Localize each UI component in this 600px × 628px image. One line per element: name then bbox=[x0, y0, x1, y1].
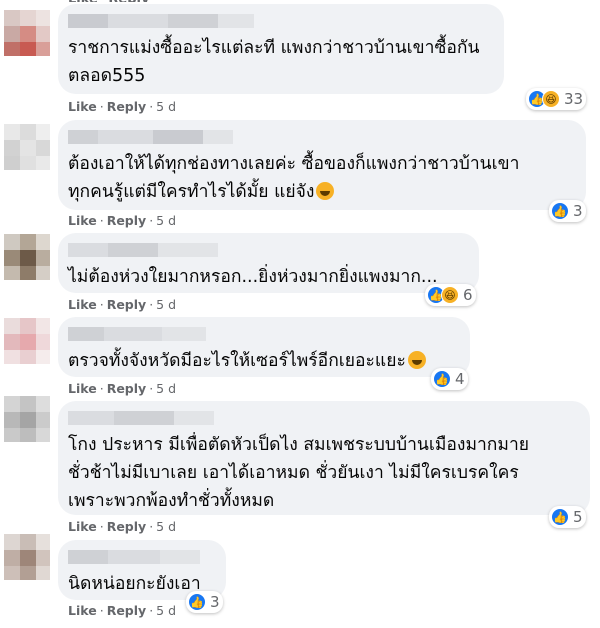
commenter-name-blurred[interactable] bbox=[68, 241, 467, 259]
reply-link[interactable]: Reply bbox=[107, 519, 146, 534]
previous-comment-actions: Like Reply bbox=[68, 0, 155, 2]
comment-actions: Like · Reply · 5 d bbox=[68, 99, 177, 114]
reaction-count: 3 bbox=[573, 202, 583, 220]
reply-link[interactable]: Reply bbox=[107, 381, 146, 396]
reaction-count: 6 bbox=[463, 286, 473, 304]
commenter-name-blurred[interactable] bbox=[68, 12, 492, 30]
reply-link[interactable]: Reply bbox=[107, 603, 146, 618]
comment-bubble: ไม่ต้องห่วงใยมากหรอก...ยิ่งห่วงมากยิ่งแพ… bbox=[58, 233, 479, 293]
reaction-count: 5 bbox=[573, 508, 583, 526]
reaction-summary[interactable]: 👍 3 bbox=[549, 200, 586, 222]
reaction-count: 3 bbox=[210, 593, 220, 611]
like-link[interactable]: Like bbox=[68, 213, 97, 228]
comment-timestamp[interactable]: 5 d bbox=[156, 213, 176, 228]
commenter-name-blurred[interactable] bbox=[68, 128, 574, 146]
reaction-summary[interactable]: 👍 5 bbox=[549, 506, 586, 528]
like-link[interactable]: Like bbox=[68, 297, 97, 312]
comment-text: ต้องเอาให้ได้ทุกช่องทางเลยค่ะ ซื้อของก็แ… bbox=[68, 154, 520, 202]
comment-timestamp[interactable]: 5 d bbox=[156, 99, 176, 114]
comment-bubble: ต้องเอาให้ได้ทุกช่องทางเลยค่ะ ซื้อของก็แ… bbox=[58, 120, 586, 210]
reply-link[interactable]: Reply bbox=[108, 0, 149, 2]
comment-timestamp[interactable]: 5 d bbox=[156, 381, 176, 396]
like-link[interactable]: Like bbox=[68, 0, 98, 2]
grin-emoji bbox=[407, 351, 426, 369]
like-icon: 👍 bbox=[433, 370, 451, 388]
comment-text: โกง ประหาร มีเพื่อตัดหัวเป็ดไง สมเพชระบบ… bbox=[68, 435, 530, 511]
comment-actions: Like · Reply · 5 d bbox=[68, 603, 177, 618]
avatar[interactable] bbox=[4, 318, 50, 364]
commenter-name-blurred[interactable] bbox=[68, 409, 578, 427]
avatar[interactable] bbox=[4, 534, 50, 580]
comment-text: ไม่ต้องห่วงใยมากหรอก...ยิ่งห่วงมากยิ่งแพ… bbox=[68, 267, 438, 287]
like-link[interactable]: Like bbox=[68, 381, 97, 396]
like-icon: 👍 bbox=[551, 202, 569, 220]
reaction-count: 4 bbox=[455, 370, 465, 388]
reaction-summary[interactable]: 👍 😆 33 bbox=[526, 88, 587, 110]
comment-actions: Like · Reply · 5 d bbox=[68, 213, 177, 228]
comment-timestamp[interactable]: 5 d bbox=[156, 603, 176, 618]
reaction-summary[interactable]: 👍 😆 6 bbox=[425, 284, 476, 306]
comment-timestamp[interactable]: 5 d bbox=[156, 297, 176, 312]
commenter-name-blurred[interactable] bbox=[68, 325, 458, 343]
reaction-count: 33 bbox=[564, 90, 584, 108]
haha-icon: 😆 bbox=[542, 90, 560, 108]
comment-bubble: ราชการแม่งซื้ออะไรแต่ละที แพงกว่าชาวบ้าน… bbox=[58, 4, 504, 94]
comment-bubble: ตรวจทั้งจังหวัดมีอะไรให้เซอร์ไพร์อีกเยอะ… bbox=[58, 317, 470, 377]
like-link[interactable]: Like bbox=[68, 603, 97, 618]
avatar[interactable] bbox=[4, 234, 50, 280]
like-icon: 👍 bbox=[188, 593, 206, 611]
reply-link[interactable]: Reply bbox=[107, 99, 146, 114]
like-link[interactable]: Like bbox=[68, 519, 97, 534]
comment-timestamp[interactable]: 5 d bbox=[156, 519, 176, 534]
comment-actions: Like · Reply · 5 d bbox=[68, 381, 177, 396]
reaction-summary[interactable]: 👍 3 bbox=[186, 591, 223, 613]
commenter-name-blurred[interactable] bbox=[68, 548, 214, 566]
comment-text: ราชการแม่งซื้ออะไรแต่ละที แพงกว่าชาวบ้าน… bbox=[68, 38, 480, 86]
comment-actions: Like · Reply · 5 d bbox=[68, 297, 177, 312]
avatar[interactable] bbox=[4, 396, 50, 442]
haha-icon: 😆 bbox=[441, 286, 459, 304]
reaction-summary[interactable]: 👍 4 bbox=[431, 368, 468, 390]
comment-actions: Like · Reply · 5 d bbox=[68, 519, 177, 534]
sad-cry-emoji bbox=[316, 182, 335, 200]
avatar[interactable] bbox=[4, 10, 50, 56]
like-icon: 👍 bbox=[551, 508, 569, 526]
comment-bubble: โกง ประหาร มีเพื่อตัดหัวเป็ดไง สมเพชระบบ… bbox=[58, 401, 590, 515]
avatar[interactable] bbox=[4, 124, 50, 170]
reply-link[interactable]: Reply bbox=[107, 297, 146, 312]
reply-link[interactable]: Reply bbox=[107, 213, 146, 228]
like-link[interactable]: Like bbox=[68, 99, 97, 114]
comment-text: ตรวจทั้งจังหวัดมีอะไรให้เซอร์ไพร์อีกเยอะ… bbox=[68, 347, 458, 375]
